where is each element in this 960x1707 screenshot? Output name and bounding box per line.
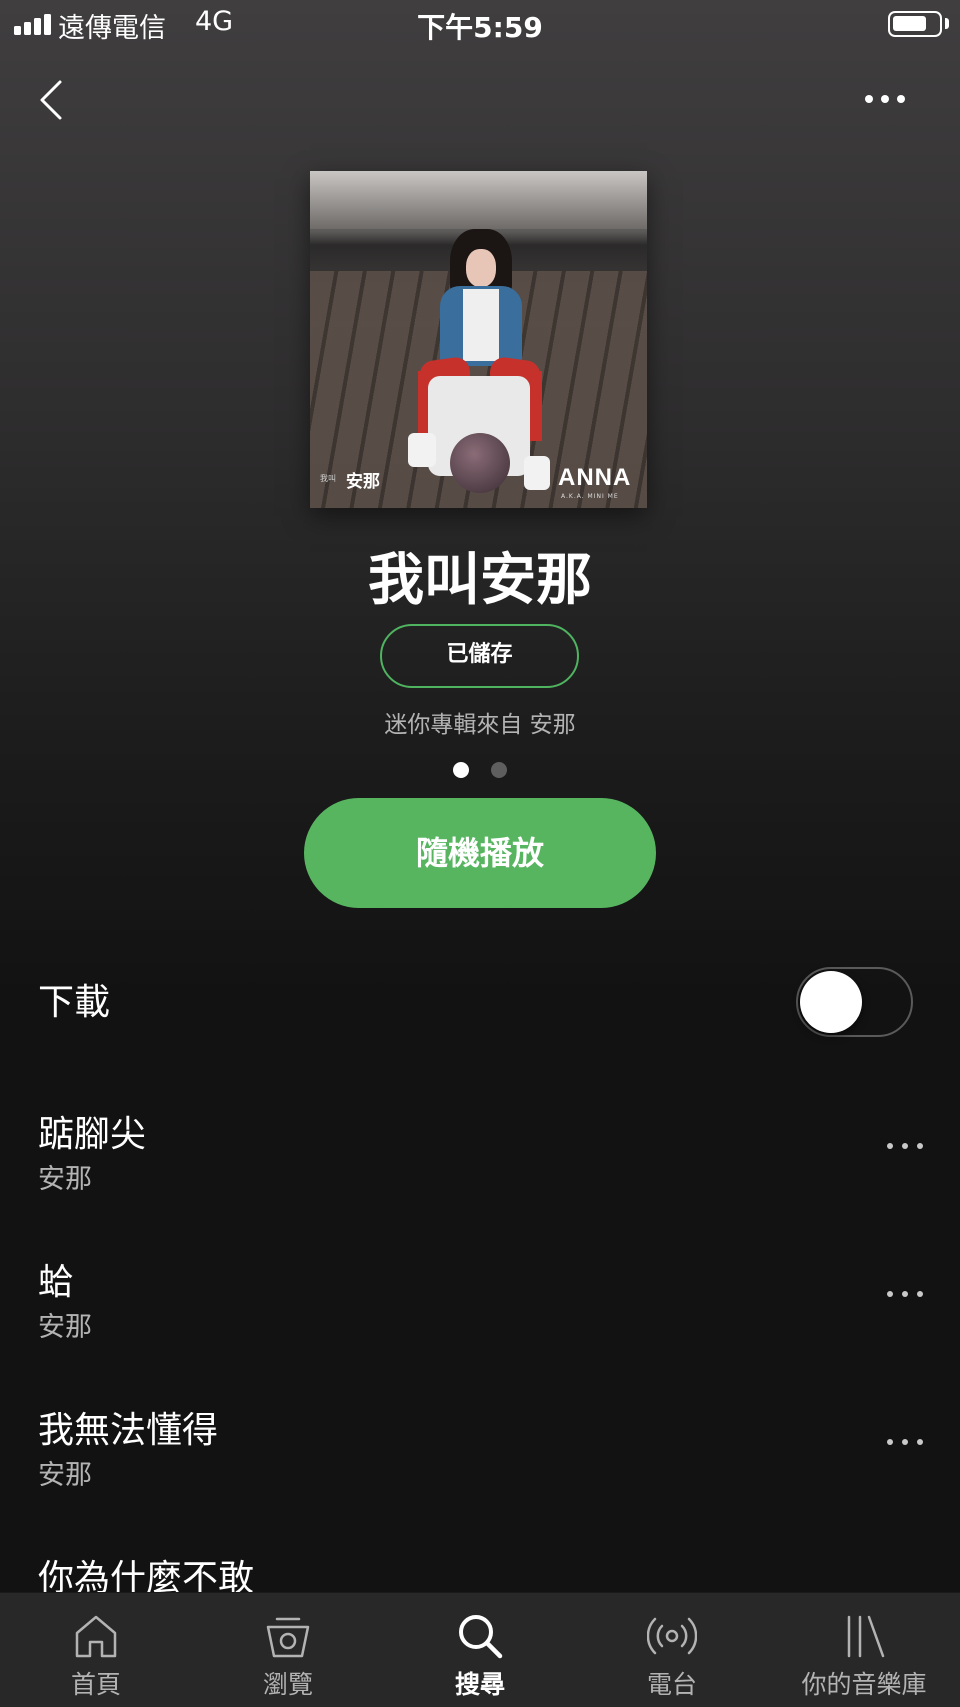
chevron-left-icon: [40, 80, 62, 120]
track-more-button[interactable]: [880, 1429, 930, 1459]
home-icon: [75, 1615, 117, 1658]
tab-label: 電台: [646, 1670, 697, 1699]
status-time: 下午5:59: [417, 11, 543, 44]
tab-radio[interactable]: 電台: [576, 1593, 768, 1707]
back-button[interactable]: [30, 70, 80, 130]
tab-label: 你的音樂庫: [801, 1670, 927, 1699]
search-icon: [459, 1615, 503, 1659]
track-title: 踮腳尖: [38, 1114, 147, 1155]
track-title: 我無法懂得: [38, 1410, 219, 1451]
cover-subtitle-text: A.K.A. MINI ME: [561, 493, 619, 500]
tab-label: 搜尋: [454, 1670, 505, 1699]
track-row[interactable]: 蛤 安那: [0, 1253, 960, 1383]
cover-title-text: ANNA: [558, 464, 632, 491]
shuffle-play-button[interactable]: 隨機播放: [304, 798, 656, 908]
more-options-button[interactable]: [850, 78, 920, 118]
tab-library[interactable]: 你的音樂庫: [768, 1593, 960, 1707]
radio-icon: [647, 1617, 697, 1655]
more-horizontal-icon: [865, 95, 873, 103]
album-screen: 遠傳電信 4G 下午5:59 我叫 安那 ANNA A.K.A. MINI ME…: [0, 0, 960, 1707]
saved-button[interactable]: 已儲存: [380, 624, 579, 688]
album-cover-art: 我叫 安那 ANNA A.K.A. MINI ME: [310, 171, 647, 508]
bottom-tab-bar: 首頁 瀏覽 搜尋 電台 你的音樂庫: [0, 1592, 960, 1707]
tab-browse[interactable]: 瀏覽: [192, 1593, 384, 1707]
track-more-button[interactable]: [880, 1133, 930, 1163]
track-row[interactable]: 我無法懂得 安那: [0, 1401, 960, 1531]
tab-home[interactable]: 首頁: [0, 1593, 192, 1707]
track-artist: 安那: [38, 1164, 92, 1195]
browse-icon: [266, 1617, 310, 1658]
track-title: 蛤: [38, 1262, 75, 1303]
track-artist: 安那: [38, 1312, 92, 1343]
tab-label: 首頁: [70, 1670, 121, 1699]
download-label: 下載: [38, 982, 111, 1023]
track-artist: 安那: [38, 1460, 92, 1491]
battery-tip: [945, 18, 949, 29]
album-subtitle: 迷你專輯來自 安那: [384, 712, 576, 738]
tab-label: 瀏覽: [262, 1670, 313, 1699]
cover-artist-text: 安那: [346, 472, 380, 492]
track-more-button[interactable]: [880, 1281, 930, 1311]
more-horizontal-icon: [887, 1291, 893, 1297]
toggle-knob: [800, 971, 862, 1033]
more-horizontal-icon: [887, 1143, 893, 1149]
download-toggle[interactable]: [796, 967, 913, 1037]
album-title: 我叫安那: [368, 548, 592, 613]
battery-icon: [888, 11, 942, 37]
track-row[interactable]: 踮腳尖 安那: [0, 1105, 960, 1235]
page-dot-active: [453, 762, 469, 778]
tab-search[interactable]: 搜尋: [384, 1593, 576, 1707]
page-dot: [491, 762, 507, 778]
more-horizontal-icon: [887, 1439, 893, 1445]
library-icon: [847, 1615, 885, 1658]
battery-level: [893, 16, 926, 31]
cover-prefix-text: 我叫: [320, 474, 336, 483]
status-bar: 遠傳電信 4G 下午5:59: [0, 0, 960, 48]
